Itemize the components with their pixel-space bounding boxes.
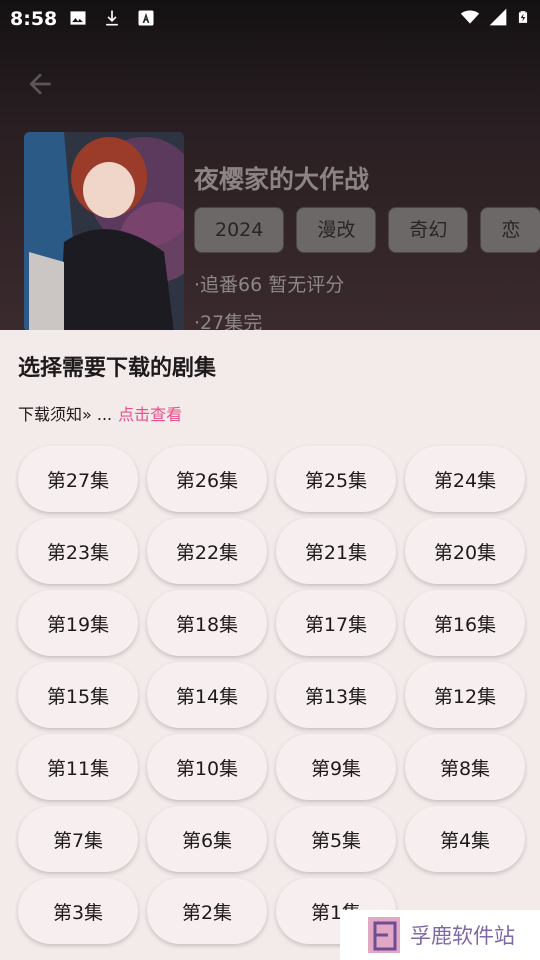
episode-button[interactable]: 第20集	[405, 518, 525, 584]
system-icons	[460, 7, 530, 27]
episode-button[interactable]: 第10集	[147, 734, 267, 800]
tag-year[interactable]: 2024	[194, 207, 285, 253]
episode-button[interactable]: 第19集	[18, 590, 138, 656]
episode-button[interactable]: 第6集	[147, 806, 267, 872]
download-sheet: 选择需要下载的剧集 下载须知» ... 点击查看 第27集 第26集 第25集 第24集…	[0, 330, 540, 960]
episode-button[interactable]: 第18集	[147, 590, 267, 656]
status-time: 8:58	[10, 8, 58, 30]
notice-text: 下载须知» ...	[18, 405, 113, 424]
tag-genre[interactable]: 漫改	[296, 207, 377, 253]
notice-link[interactable]: 点击查看	[118, 405, 182, 424]
tag-genre[interactable]: 恋	[480, 207, 540, 253]
sheet-title: 选择需要下载的剧集	[18, 356, 217, 381]
site-logo-icon	[368, 917, 400, 953]
episode-button[interactable]: 第22集	[147, 518, 267, 584]
episode-button[interactable]: 第3集	[18, 878, 138, 944]
download-notice: 下载须知» ... 点击查看	[18, 401, 182, 425]
episode-button[interactable]: 第14集	[147, 662, 267, 728]
episode-button[interactable]: 第7集	[18, 806, 138, 872]
tag-list: 2024 漫改 奇幻 恋	[194, 207, 540, 253]
image-icon	[70, 11, 86, 25]
episode-count-text: ·27集完	[194, 312, 263, 330]
episode-button[interactable]: 第12集	[405, 662, 525, 728]
episode-button[interactable]: 第24集	[405, 446, 525, 512]
screen: 8:58 夜樱家的大作战 2024 漫改 奇幻 恋 ·追番66 暂无评分 ·27…	[0, 0, 540, 960]
wifi-icon	[460, 10, 480, 24]
cover-image[interactable]	[24, 132, 184, 330]
episode-button[interactable]: 第5集	[276, 806, 396, 872]
arrow-left-icon	[29, 73, 51, 95]
episode-button[interactable]: 第26集	[147, 446, 267, 512]
anime-title: 夜樱家的大作战	[194, 165, 370, 194]
watermark: 孚鹿软件站	[340, 910, 540, 960]
watermark-text: 孚鹿软件站	[410, 924, 515, 948]
episode-button[interactable]: 第15集	[18, 662, 138, 728]
episode-button[interactable]: 第27集	[18, 446, 138, 512]
back-button[interactable]	[24, 68, 60, 104]
episode-button[interactable]: 第9集	[276, 734, 396, 800]
follow-rating-text: ·追番66 暂无评分	[194, 274, 345, 296]
tag-genre[interactable]: 奇幻	[388, 207, 469, 253]
episode-button[interactable]: 第16集	[405, 590, 525, 656]
status-bar: 8:58	[0, 0, 540, 36]
episode-button[interactable]: 第25集	[276, 446, 396, 512]
anime-detail-header: 8:58 夜樱家的大作战 2024 漫改 奇幻 恋 ·追番66 暂无评分 ·27…	[0, 0, 540, 330]
episode-button[interactable]: 第2集	[147, 878, 267, 944]
episode-button[interactable]: 第13集	[276, 662, 396, 728]
episode-button[interactable]: 第11集	[18, 734, 138, 800]
notification-icons	[68, 8, 156, 28]
episode-button[interactable]: 第21集	[276, 518, 396, 584]
episode-button[interactable]: 第8集	[405, 734, 525, 800]
episode-button[interactable]: 第4集	[405, 806, 525, 872]
episode-button[interactable]: 第17集	[276, 590, 396, 656]
battery-charging-icon	[518, 11, 528, 23]
font-icon	[138, 10, 154, 26]
episode-button[interactable]: 第23集	[18, 518, 138, 584]
signal-icon	[489, 8, 507, 26]
cover-illustration	[24, 132, 184, 330]
download-icon	[106, 10, 118, 26]
